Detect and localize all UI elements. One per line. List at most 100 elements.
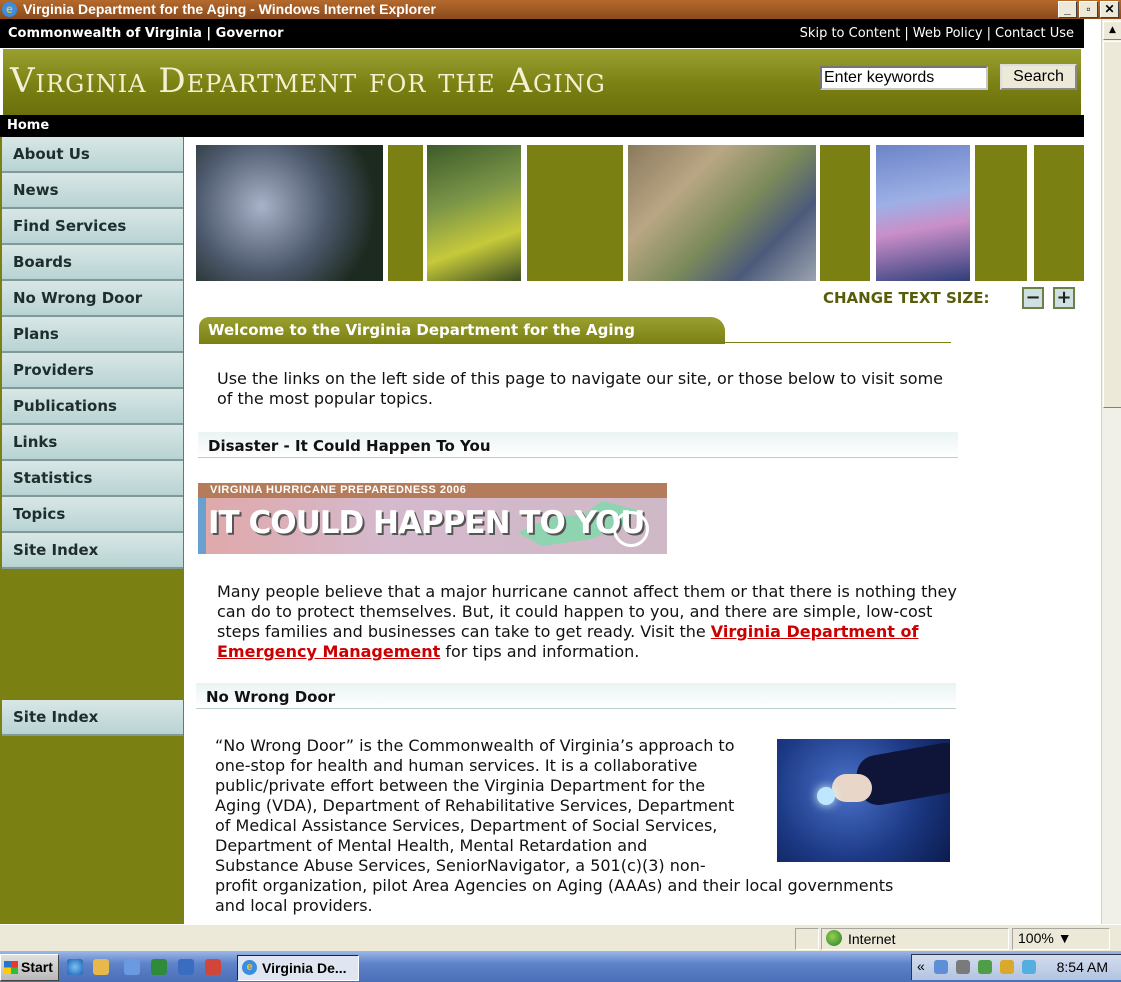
scroll-thumb[interactable] — [1103, 41, 1121, 408]
olive-block — [975, 145, 1027, 281]
zoom-level[interactable]: 100% ▼ — [1018, 930, 1072, 946]
nav-item-plans[interactable]: Plans — [2, 317, 183, 353]
tray-security-icon[interactable] — [956, 960, 970, 974]
nav-label: News — [13, 181, 59, 199]
separator: | — [904, 26, 909, 41]
nav-label: Site Index — [13, 708, 99, 726]
marina-couple-photo — [628, 145, 816, 281]
hurricane-icon — [613, 511, 649, 547]
nav-item-site-index-bottom[interactable]: Site Index — [2, 700, 183, 736]
powerpoint-quicklaunch-icon[interactable] — [205, 959, 221, 975]
home-link[interactable]: Home — [7, 118, 49, 133]
nav-item-publications[interactable]: Publications — [2, 389, 183, 425]
increase-text-size-button[interactable]: + — [1053, 287, 1075, 309]
window-title: Virginia Department for the Aging - Wind… — [23, 1, 436, 17]
no-wrong-door-section-heading: No Wrong Door — [196, 683, 956, 709]
welcome-heading-tab: Welcome to the Virginia Department for t… — [199, 317, 725, 344]
nav-item-boards[interactable]: Boards — [2, 245, 183, 281]
nav-item-links[interactable]: Links — [2, 425, 183, 461]
nav-item-statistics[interactable]: Statistics — [2, 461, 183, 497]
text-size-label: CHANGE TEXT SIZE: — [823, 289, 990, 307]
tray-user-icon[interactable] — [1000, 960, 1014, 974]
photo-strip — [196, 145, 1084, 281]
welcome-intro: Use the links on the left side of this p… — [217, 369, 944, 408]
skip-to-content-link[interactable]: Skip to Content — [800, 26, 901, 41]
app-quicklaunch-icon[interactable] — [178, 959, 194, 975]
nav-label: Find Services — [13, 217, 127, 235]
search-input[interactable] — [820, 66, 988, 90]
task-label: Virginia De... — [262, 960, 347, 976]
nav-item-site-index[interactable]: Site Index — [2, 533, 183, 569]
start-label: Start — [21, 959, 53, 975]
couple-photo — [196, 145, 383, 281]
close-button[interactable]: ✕ — [1100, 1, 1119, 18]
banner-strip-text: VIRGINIA HURRICANE PREPAREDNESS 2006 — [198, 483, 667, 498]
minimize-button[interactable]: _ — [1058, 1, 1077, 18]
banner-accent — [198, 498, 206, 554]
olive-block — [820, 145, 870, 281]
tray-wireless-icon[interactable] — [1022, 960, 1036, 974]
nav-label: Plans — [13, 325, 59, 343]
site-banner: Virginia Department for the Aging Search — [3, 49, 1081, 118]
nav-label: Providers — [13, 361, 94, 379]
left-sidebar: About Us News Find Services Boards No Wr… — [0, 137, 184, 924]
decrease-text-size-button[interactable]: − — [1022, 287, 1044, 309]
commonwealth-governor-link[interactable]: Commonwealth of Virginia | Governor — [8, 26, 284, 41]
nav-label: No Wrong Door — [13, 289, 143, 307]
hurricane-preparedness-banner[interactable]: VIRGINIA HURRICANE PREPAREDNESS 2006 IT … — [198, 483, 667, 554]
paragraph-text: for tips and information. — [440, 642, 640, 661]
nav-item-news[interactable]: News — [2, 173, 183, 209]
zoom-value: 100% — [1018, 930, 1054, 946]
nav-item-find-services[interactable]: Find Services — [2, 209, 183, 245]
globe-icon — [826, 930, 842, 946]
contact-us-link[interactable]: Contact Use — [995, 26, 1074, 41]
status-bar: Internet 100% ▼ — [0, 924, 1121, 951]
restore-button[interactable]: ▫ — [1079, 1, 1098, 18]
nav-item-topics[interactable]: Topics — [2, 497, 183, 533]
system-clock[interactable]: 8:54 AM — [1057, 959, 1108, 975]
golfer-photo — [427, 145, 521, 281]
ie-quicklaunch-icon[interactable] — [67, 959, 83, 975]
taskbar-item-browser[interactable]: e Virginia De... — [237, 955, 359, 981]
nav-label: Site Index — [13, 541, 99, 559]
tray-app-icon[interactable] — [978, 960, 992, 974]
welcome-heading: Welcome to the Virginia Department for t… — [208, 321, 635, 339]
show-hidden-icons-icon[interactable]: « — [917, 958, 925, 974]
zoom-dropdown-icon[interactable]: ▼ — [1058, 930, 1072, 946]
nav-label: Links — [13, 433, 58, 451]
outlook-quicklaunch-icon[interactable] — [124, 959, 140, 975]
olive-block — [527, 145, 623, 281]
banner-headline: IT COULD HAPPEN TO YOU — [208, 505, 645, 541]
separator: | — [986, 26, 991, 41]
system-tray: « 8:54 AM — [911, 954, 1121, 980]
disaster-section-heading: Disaster - It Could Happen To You — [198, 432, 958, 458]
top-utility-bar: Commonwealth of Virginia | Governor Skip… — [0, 19, 1084, 48]
utility-links: Skip to Content | Web Policy | Contact Use — [800, 26, 1074, 41]
nav-label: Boards — [13, 253, 72, 271]
section-title: No Wrong Door — [206, 688, 336, 706]
explorer-quicklaunch-icon[interactable] — [93, 959, 109, 975]
olive-block — [388, 145, 423, 281]
start-button[interactable]: Start — [0, 954, 59, 981]
nav-label: Statistics — [13, 469, 93, 487]
nav-label: Publications — [13, 397, 117, 415]
nav-item-providers[interactable]: Providers — [2, 353, 183, 389]
search-button[interactable]: Search — [1000, 64, 1077, 90]
scroll-up-arrow-icon[interactable]: ▲ — [1103, 21, 1121, 40]
float-spacer — [735, 736, 925, 862]
site-logo[interactable]: Virginia Department for the Aging — [10, 61, 606, 101]
window-titlebar: e Virginia Department for the Aging - Wi… — [0, 0, 1121, 19]
windows-logo-icon — [4, 961, 18, 974]
web-policy-link[interactable]: Web Policy — [913, 26, 983, 41]
windows-taskbar: Start e Virginia De... « 8:54 AM — [0, 951, 1121, 982]
no-wrong-door-paragraph: “No Wrong Door” is the Commonwealth of V… — [215, 736, 925, 916]
vertical-scrollbar[interactable]: ▲ — [1101, 19, 1121, 924]
divider — [199, 342, 951, 343]
excel-quicklaunch-icon[interactable] — [151, 959, 167, 975]
tray-network-icon[interactable] — [934, 960, 948, 974]
nav-item-no-wrong-door[interactable]: No Wrong Door — [2, 281, 183, 317]
status-cell — [795, 928, 819, 950]
internet-explorer-icon: e — [242, 960, 257, 975]
breadcrumb: Home — [0, 115, 1084, 137]
nav-item-about-us[interactable]: About Us — [2, 137, 183, 173]
